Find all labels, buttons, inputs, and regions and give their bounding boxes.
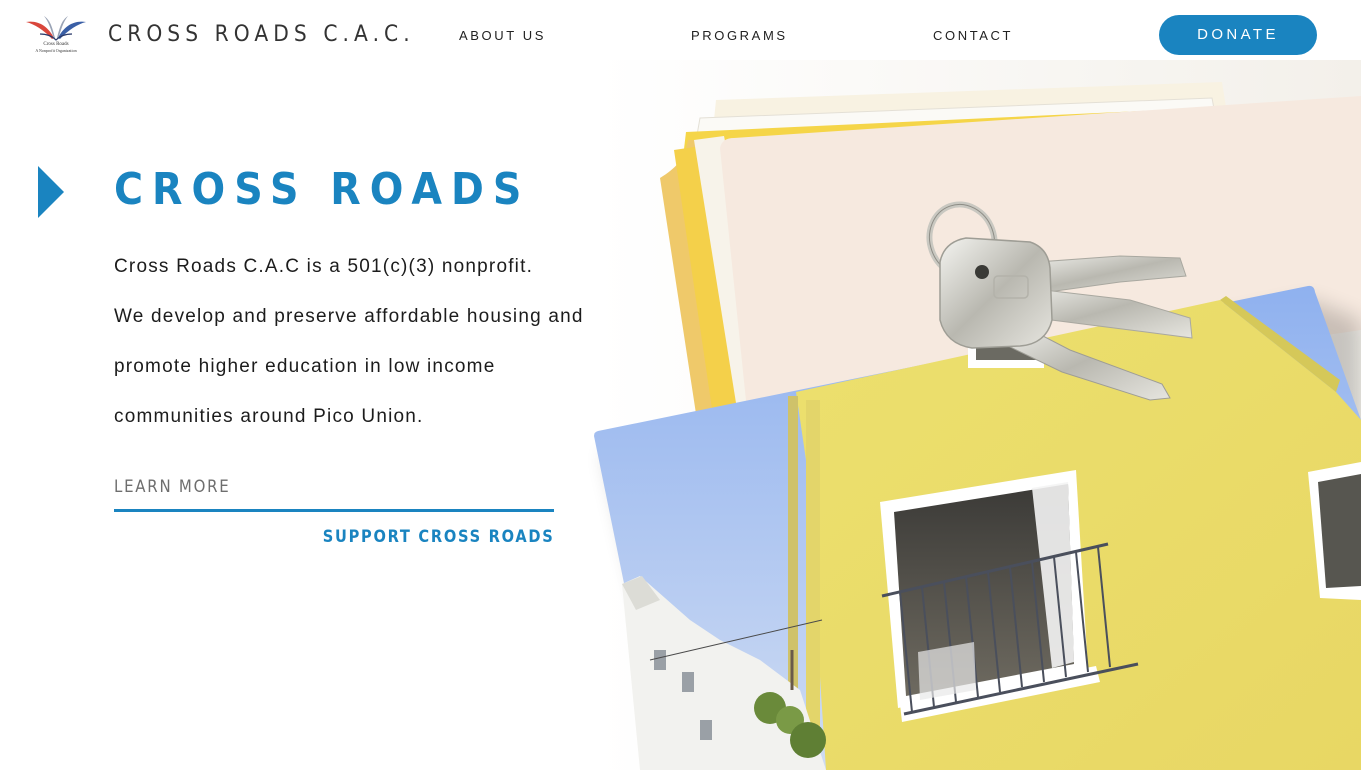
logo-wings-icon (26, 16, 86, 41)
site-logo[interactable]: Cross Roads A Nonprofit Organization (24, 12, 88, 58)
learn-more-link[interactable]: LEARN MORE (114, 477, 231, 497)
hero-illustration-svg (594, 60, 1361, 770)
play-triangle-icon (38, 166, 64, 218)
nav-programs[interactable]: PROGRAMS (691, 28, 788, 43)
support-cross-roads-link[interactable]: SUPPORT CROSS ROADS (323, 527, 555, 547)
hero-title: CROSS ROADS (114, 164, 531, 215)
nav-about-us[interactable]: ABOUT US (459, 28, 546, 43)
donate-button[interactable]: DONATE (1159, 15, 1317, 55)
page: Cross Roads A Nonprofit Organization CRO… (0, 0, 1361, 770)
site-header: Cross Roads A Nonprofit Organization CRO… (0, 0, 1361, 70)
learn-more-underline (114, 509, 554, 512)
brand-name[interactable]: CROSS ROADS C.A.C. (108, 22, 415, 47)
logo-tagline-text: A Nonprofit Organization (35, 48, 77, 53)
nav-contact[interactable]: CONTACT (933, 28, 1013, 43)
hero-illustration (560, 60, 1361, 770)
